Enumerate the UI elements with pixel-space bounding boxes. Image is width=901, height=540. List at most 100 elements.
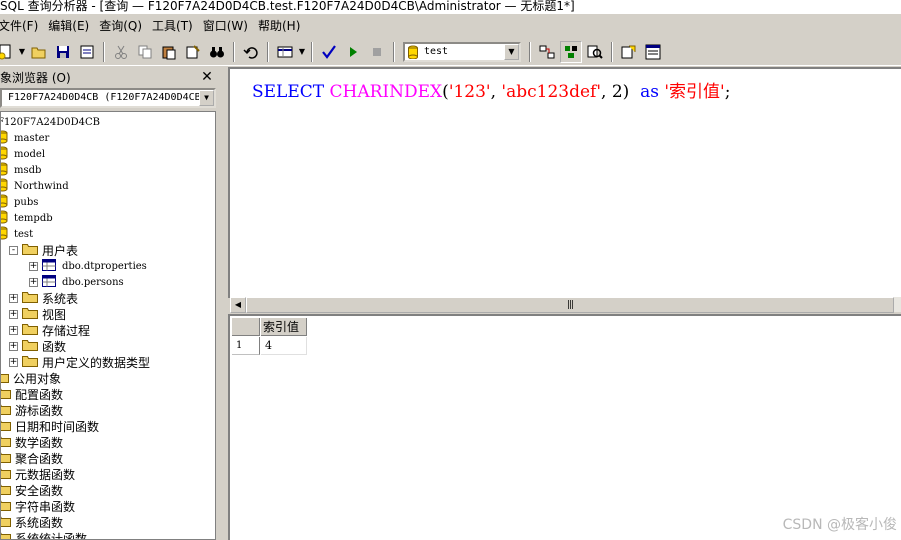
grid-corner[interactable] [232, 318, 260, 336]
database-icon [1, 194, 14, 211]
database-icon [1, 226, 14, 243]
tree-function-folder[interactable]: 字符串函数 [1, 498, 75, 514]
new-query-dropdown-icon[interactable]: ▼ [17, 47, 27, 56]
tree-function-folder[interactable]: 系统统计函数 [1, 530, 87, 539]
new-query-icon[interactable] [0, 41, 16, 63]
database-icon [1, 146, 14, 163]
folder-icon [22, 355, 42, 370]
folder-icon [22, 243, 42, 258]
column-header[interactable]: 索引值 [261, 318, 307, 336]
query-editor[interactable]: SELECT CHARINDEX('123', 'abc123def', 2) … [228, 67, 901, 298]
clear-window-icon[interactable] [182, 41, 204, 63]
tree-database-master[interactable]: master [1, 130, 49, 146]
database-icon [408, 45, 418, 59]
tree-folder-item[interactable]: + 视图 [9, 306, 66, 322]
expand-icon[interactable]: + [9, 341, 18, 351]
tree-function-folder[interactable]: 安全函数 [1, 482, 63, 498]
open-folder-icon[interactable] [28, 41, 50, 63]
tree-function-folder[interactable]: 聚合函数 [1, 450, 63, 466]
index-tuning-icon[interactable] [584, 41, 606, 63]
parse-check-icon[interactable] [318, 41, 340, 63]
results-mode-dropdown-icon[interactable]: ▼ [297, 47, 307, 56]
show-trace-icon[interactable] [560, 40, 582, 63]
tree-function-folder[interactable]: 数学函数 [1, 434, 63, 450]
close-icon[interactable]: ✕ [200, 69, 214, 85]
chevron-down-icon[interactable]: ▼ [504, 43, 519, 60]
menu-tools[interactable]: 工具(T) [148, 16, 199, 36]
tree-function-folder[interactable]: 元数据函数 [1, 466, 75, 482]
tree-database-msdb[interactable]: msdb [1, 162, 41, 178]
row-header[interactable]: 1 [232, 337, 260, 355]
cut-icon[interactable] [110, 41, 132, 63]
scrollbar-thumb[interactable]: ||| [246, 296, 894, 313]
tree-item-label: 函数 [42, 339, 67, 354]
database-select[interactable]: test ▼ [403, 41, 521, 62]
folder-icon [1, 451, 15, 466]
expand-icon[interactable]: + [29, 277, 38, 287]
tree-folder-item[interactable]: + 系统表 [9, 290, 78, 306]
results-grid-icon[interactable] [274, 41, 296, 63]
tree-folder-item[interactable]: + 存储过程 [9, 322, 90, 338]
tree-item-label: pubs [14, 196, 39, 208]
paste-icon[interactable] [158, 41, 180, 63]
display-plan-icon[interactable] [536, 41, 558, 63]
object-search-icon[interactable] [642, 41, 664, 63]
copy-icon[interactable] [134, 41, 156, 63]
tree-item-label: F120F7A24D0D4CB [0, 116, 101, 128]
execute-play-icon[interactable] [342, 41, 364, 63]
tree-database-tempdb[interactable]: tempdb [1, 210, 53, 226]
object-browser-title: 象浏览器 (O) [0, 70, 71, 85]
collapse-icon[interactable]: - [9, 245, 18, 255]
menu-edit[interactable]: 编辑(E) [44, 16, 95, 36]
toolbar-separator [233, 41, 235, 62]
tree-table-item[interactable]: + dbo.persons [29, 274, 124, 290]
toolbar-separator [267, 41, 269, 62]
folder-icon [1, 515, 15, 530]
server-select-value: F120F7A24D0D4CB (F120F7A24D0D4CB\ [8, 92, 207, 103]
tree-item-label: model [14, 148, 46, 160]
chevron-down-icon[interactable]: ▼ [199, 90, 214, 106]
tree-function-folder[interactable]: 配置函数 [1, 386, 63, 402]
insert-template-icon[interactable] [76, 41, 98, 63]
server-select[interactable]: F120F7A24D0D4CB (F120F7A24D0D4CB\ ▼ [0, 88, 216, 108]
tree-table-item[interactable]: + dbo.dtproperties [29, 258, 147, 274]
folder-icon [1, 435, 15, 450]
find-binoculars-icon[interactable] [206, 41, 228, 63]
tree-folder-item[interactable]: + 用户定义的数据类型 [9, 354, 150, 370]
result-cell[interactable]: 4 [261, 337, 307, 355]
menu-file[interactable]: 文件(F) [0, 16, 44, 36]
cancel-stop-icon[interactable] [366, 41, 388, 63]
expand-icon[interactable]: + [9, 357, 18, 367]
tree-item-label: 日期和时间函数 [15, 419, 100, 434]
database-icon [1, 178, 14, 195]
expand-icon[interactable]: + [9, 309, 18, 319]
expand-icon[interactable]: + [9, 325, 18, 335]
editor-horizontal-scrollbar[interactable]: ◀ ||| [230, 296, 901, 313]
menu-query[interactable]: 查询(Q) [95, 16, 148, 36]
undo-icon[interactable] [240, 41, 262, 63]
tree-folder-user-tables[interactable]: - 用户表 [9, 242, 78, 258]
tree-function-folder[interactable]: 游标函数 [1, 402, 63, 418]
tree-server-root[interactable]: F120F7A24D0D4CB [0, 114, 101, 130]
tree-database-northwind[interactable]: Northwind [1, 178, 69, 195]
tree-item-label: 视图 [42, 307, 67, 322]
tree-function-folder[interactable]: 系统函数 [1, 514, 63, 530]
tree-function-folder[interactable]: 日期和时间函数 [1, 418, 100, 434]
tree-common-objects[interactable]: 公用对象 [1, 370, 61, 386]
object-browser-toggle-icon[interactable] [618, 41, 640, 63]
expand-icon[interactable]: + [9, 293, 18, 303]
pane-splitter[interactable] [218, 67, 228, 540]
tree-database-model[interactable]: model [1, 146, 46, 163]
tree-item-label: dbo.persons [62, 276, 124, 288]
scroll-left-icon[interactable]: ◀ [230, 296, 246, 313]
tree-item-label: tempdb [14, 212, 53, 224]
toolbar: ▼ ▼ test ▼ [0, 38, 901, 66]
save-icon[interactable] [52, 41, 74, 63]
menu-window[interactable]: 窗口(W) [199, 16, 254, 36]
tree-database-test[interactable]: test [1, 226, 33, 243]
tree-item-label: Northwind [14, 180, 69, 192]
tree-database-pubs[interactable]: pubs [1, 194, 39, 211]
menu-help[interactable]: 帮助(H) [254, 16, 306, 36]
tree-folder-item[interactable]: + 函数 [9, 338, 66, 354]
expand-icon[interactable]: + [29, 261, 38, 271]
